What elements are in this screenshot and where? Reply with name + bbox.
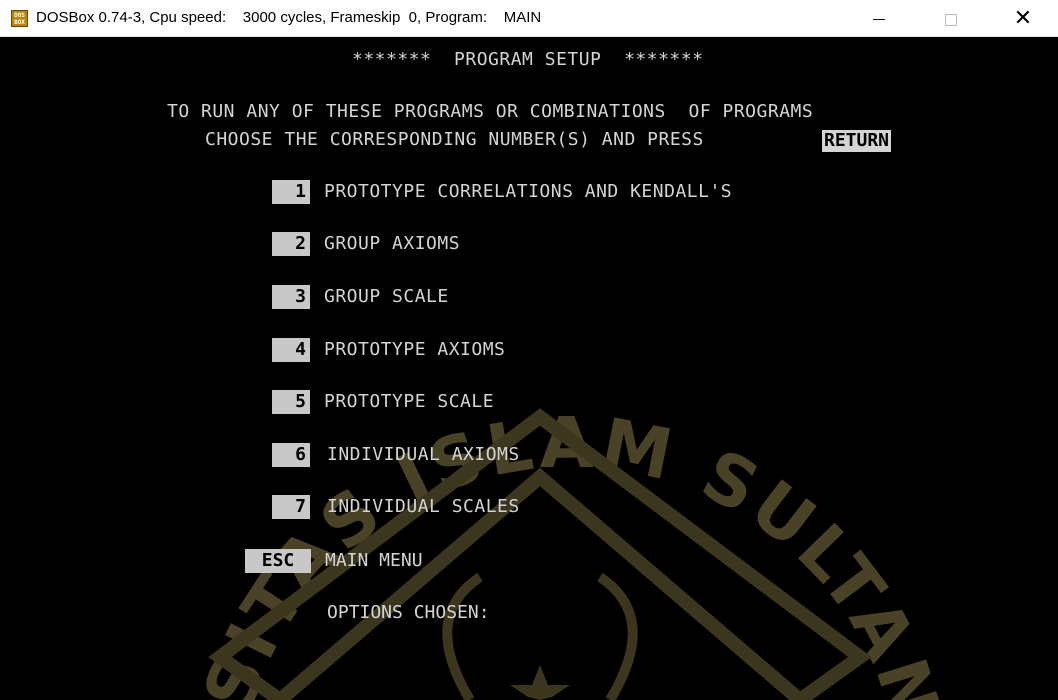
- menu-item-1[interactable]: 1 PROTOTYPE CORRELATIONS AND KENDALL'S: [0, 180, 1058, 206]
- menu-item-4[interactable]: 4 PROTOTYPE AXIOMS: [0, 338, 1058, 364]
- menu-label-7: INDIVIDUAL SCALES: [327, 496, 520, 517]
- instruction-line-1: TO RUN ANY OF THESE PROGRAMS OR COMBINAT…: [167, 101, 814, 122]
- menu-item-5[interactable]: 5 PROTOTYPE SCALE: [0, 390, 1058, 416]
- close-button[interactable]: ✕: [1000, 0, 1046, 37]
- main-menu-label: MAIN MENU: [325, 550, 423, 571]
- minimize-button[interactable]: [856, 0, 902, 37]
- menu-item-6[interactable]: 6 INDIVIDUAL AXIOMS: [0, 443, 1058, 469]
- instruction-line-2: CHOOSE THE CORRESPONDING NUMBER(S) AND P…: [205, 129, 704, 150]
- return-key-label: RETURN: [822, 130, 892, 152]
- dos-screen[interactable]: SITAS ISLAM SULTAN ******* PROGRAM SETUP…: [0, 37, 1058, 700]
- program-setup-header: ******* PROGRAM SETUP *******: [352, 49, 704, 70]
- menu-item-7[interactable]: 7 INDIVIDUAL SCALES: [0, 495, 1058, 521]
- menu-key-6[interactable]: 6: [272, 443, 310, 467]
- menu-key-3[interactable]: 3: [272, 285, 310, 309]
- dosbox-window: DOS BOX DOSBox 0.74-3, Cpu speed: 3000 c…: [0, 0, 1058, 700]
- esc-key[interactable]: ESC: [245, 549, 311, 573]
- title-bar[interactable]: DOS BOX DOSBox 0.74-3, Cpu speed: 3000 c…: [0, 0, 1058, 37]
- menu-label-6: INDIVIDUAL AXIOMS: [327, 444, 520, 465]
- menu-label-3: GROUP SCALE: [324, 286, 449, 307]
- maximize-icon: [945, 13, 957, 26]
- close-icon: ✕: [1013, 6, 1033, 31]
- maximize-button[interactable]: [928, 0, 974, 37]
- menu-key-7[interactable]: 7: [272, 495, 310, 519]
- menu-label-4: PROTOTYPE AXIOMS: [324, 339, 506, 360]
- options-chosen-prompt[interactable]: OPTIONS CHOSEN:: [327, 602, 490, 623]
- menu-item-3[interactable]: 3 GROUP SCALE: [0, 285, 1058, 311]
- menu-key-1[interactable]: 1: [272, 180, 310, 204]
- window-title: DOSBox 0.74-3, Cpu speed: 3000 cycles, F…: [36, 9, 542, 26]
- menu-label-5: PROTOTYPE SCALE: [324, 391, 495, 412]
- menu-key-4[interactable]: 4: [272, 338, 310, 362]
- menu-key-2[interactable]: 2: [272, 232, 310, 256]
- menu-label-1: PROTOTYPE CORRELATIONS AND KENDALL'S: [324, 181, 733, 202]
- menu-key-5[interactable]: 5: [272, 390, 310, 414]
- minimize-icon: [873, 19, 885, 20]
- menu-label-2: GROUP AXIOMS: [324, 233, 461, 254]
- menu-item-2[interactable]: 2 GROUP AXIOMS: [0, 232, 1058, 258]
- dosbox-icon[interactable]: DOS BOX: [11, 10, 28, 27]
